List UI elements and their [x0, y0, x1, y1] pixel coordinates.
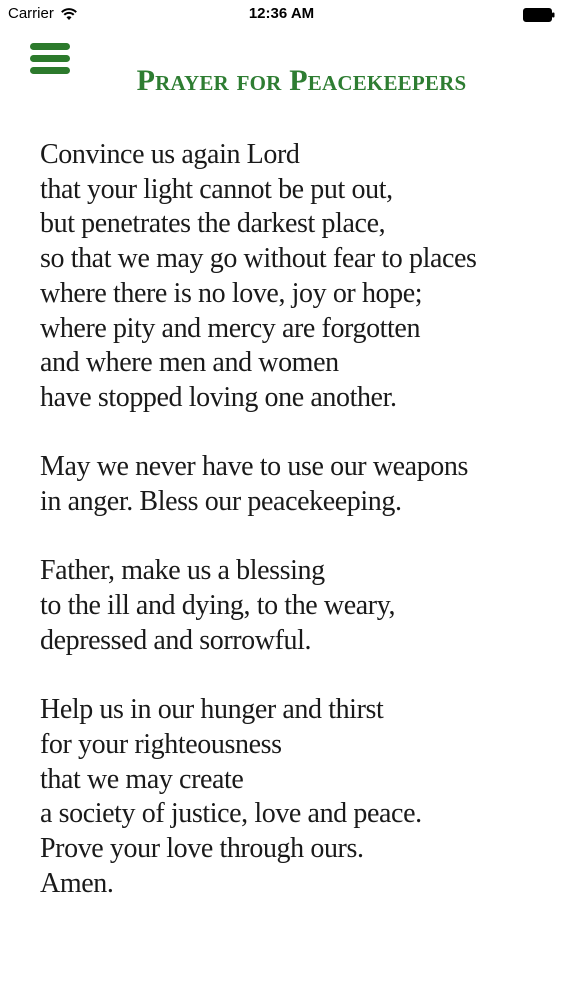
- prayer-line: and where men and women: [40, 347, 339, 379]
- prayer-line: May we never have to use our weapons: [40, 451, 469, 483]
- prayer-line: that we may create: [40, 763, 244, 795]
- status-bar: Carrier 12:36 AM: [0, 0, 563, 30]
- page-title: Prayer for Peacekeepers: [136, 64, 467, 97]
- prayer-line: in anger. Bless our peacekeeping.: [40, 486, 402, 518]
- prayer-line: but penetrates the darkest place,: [40, 208, 386, 240]
- menu-bar: [30, 43, 70, 50]
- stanza: Father, make us a blessing to the ill an…: [40, 554, 555, 658]
- stanza: Convince us again Lord that your light c…: [40, 138, 555, 416]
- prayer-line: have stopped loving one another.: [40, 381, 397, 413]
- prayer-text: Convince us again Lord that your light c…: [40, 138, 555, 936]
- menu-bar: [30, 55, 70, 62]
- prayer-line: Father, make us a blessing: [40, 555, 325, 587]
- stanza: May we never have to use our weapons in …: [40, 450, 555, 519]
- prayer-line: where pity and mercy are forgotten: [40, 312, 421, 344]
- stanza: Help us in our hunger and thirst for you…: [40, 693, 555, 901]
- prayer-line: to the ill and dying, to the weary,: [40, 590, 396, 622]
- prayer-line: Prove your love through ours.: [40, 833, 364, 865]
- prayer-line: so that we may go without fear to places: [40, 243, 477, 275]
- status-time: 12:36 AM: [248, 5, 315, 22]
- prayer-line: Convince us again Lord: [40, 139, 300, 170]
- prayer-line: where there is no love, joy or hope;: [40, 277, 423, 309]
- prayer-line: Help us in our hunger and thirst: [40, 694, 384, 726]
- prayer-line: Amen.: [40, 867, 114, 899]
- prayer-line: a society of justice, love and peace.: [40, 798, 422, 830]
- prayer-line: that your light cannot be put out,: [40, 173, 393, 205]
- prayer-line: for your righteousness: [40, 728, 282, 760]
- prayer-line: depressed and sorrowful.: [40, 624, 312, 656]
- battery-icon: [523, 8, 555, 22]
